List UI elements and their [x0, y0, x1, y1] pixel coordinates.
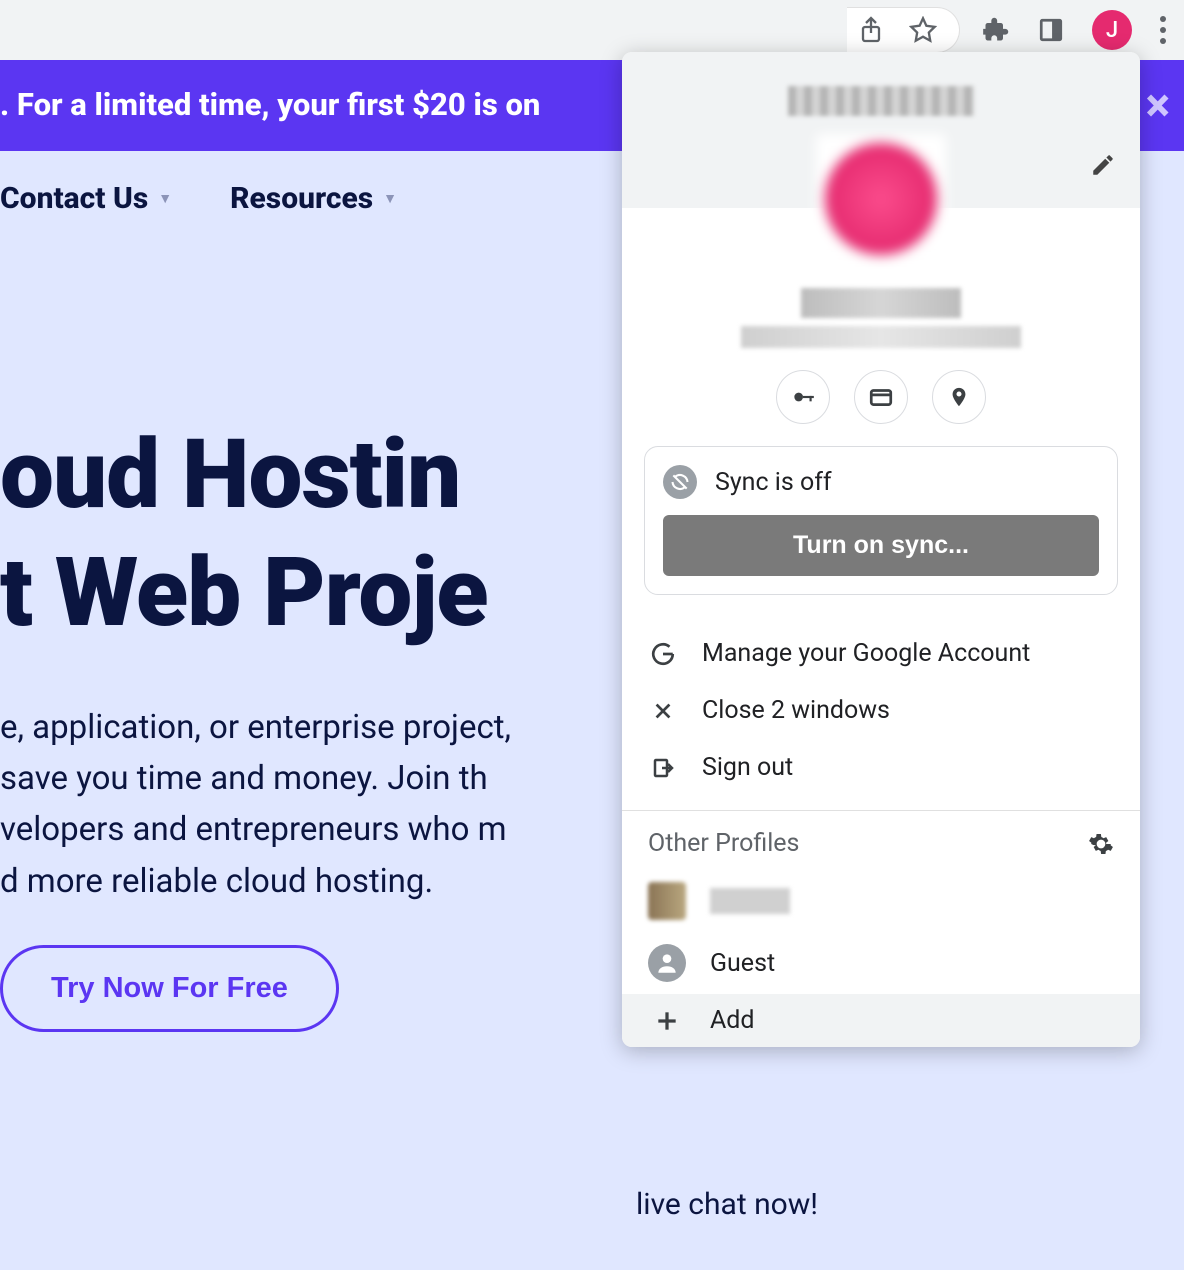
redacted-profile-avatar — [648, 882, 686, 920]
guest-profile-row[interactable]: Guest — [622, 932, 1140, 994]
close-windows-label: Close 2 windows — [702, 696, 890, 725]
guest-avatar-icon — [648, 944, 686, 982]
promo-text: . For a limited time, your first $20 is … — [0, 86, 540, 123]
guest-label: Guest — [710, 949, 775, 978]
chevron-down-icon: ▼ — [383, 190, 397, 207]
address-bar-actions — [847, 7, 960, 53]
share-icon[interactable] — [859, 16, 883, 44]
toolbar-right: J — [982, 10, 1166, 50]
sync-off-icon — [663, 465, 697, 499]
avatar-letter: J — [1106, 18, 1118, 43]
extensions-icon[interactable] — [982, 16, 1010, 44]
nav-resources[interactable]: Resources ▼ — [230, 181, 397, 216]
gear-icon[interactable] — [1088, 831, 1114, 857]
manage-account-label: Manage your Google Account — [702, 639, 1030, 668]
plus-icon — [648, 1008, 686, 1034]
close-icon — [648, 700, 678, 722]
manage-account-item[interactable]: Manage your Google Account — [622, 625, 1140, 682]
chat-snippet: live chat now! — [636, 1187, 818, 1222]
google-icon — [648, 641, 678, 667]
redacted-text — [788, 86, 974, 116]
profile-avatar-large — [816, 134, 946, 264]
nav-resources-label: Resources — [230, 181, 373, 216]
addresses-icon[interactable] — [932, 370, 986, 424]
profile-popup: Sync is off Turn on sync... Manage your … — [622, 52, 1140, 1047]
promo-close-icon[interactable]: × — [1146, 79, 1170, 133]
redacted-name — [801, 288, 961, 318]
quick-actions — [622, 370, 1140, 424]
passwords-icon[interactable] — [776, 370, 830, 424]
edit-icon[interactable] — [1090, 152, 1116, 178]
other-profiles-heading: Other Profiles — [648, 829, 799, 858]
popup-header — [622, 52, 1140, 208]
sign-out-icon — [648, 756, 678, 780]
turn-on-sync-button[interactable]: Turn on sync... — [663, 515, 1099, 576]
profile-avatar-button[interactable]: J — [1092, 10, 1132, 50]
redacted-profile-name — [710, 888, 790, 914]
browser-toolbar: J — [0, 0, 1184, 60]
other-profiles-header: Other Profiles — [622, 811, 1140, 870]
sidepanel-icon[interactable] — [1038, 17, 1064, 43]
nav-contact-label: Contact Us — [0, 181, 148, 216]
sync-status-text: Sync is off — [715, 468, 832, 497]
star-icon[interactable] — [909, 16, 937, 44]
browser-menu-icon[interactable] — [1160, 16, 1166, 44]
account-menu: Manage your Google Account Close 2 windo… — [622, 619, 1140, 810]
sync-box: Sync is off Turn on sync... — [644, 446, 1118, 595]
other-profile-row[interactable] — [622, 870, 1140, 932]
try-free-button[interactable]: Try Now For Free — [0, 945, 339, 1032]
sync-status-row: Sync is off — [663, 465, 1099, 499]
payment-icon[interactable] — [854, 370, 908, 424]
add-label: Add — [710, 1006, 755, 1035]
redacted-email — [741, 326, 1021, 348]
sign-out-label: Sign out — [702, 753, 793, 782]
chevron-down-icon: ▼ — [158, 190, 172, 207]
sign-out-item[interactable]: Sign out — [622, 739, 1140, 796]
close-windows-item[interactable]: Close 2 windows — [622, 682, 1140, 739]
add-profile-row[interactable]: Add — [622, 994, 1140, 1047]
nav-contact-us[interactable]: Contact Us ▼ — [0, 181, 172, 216]
